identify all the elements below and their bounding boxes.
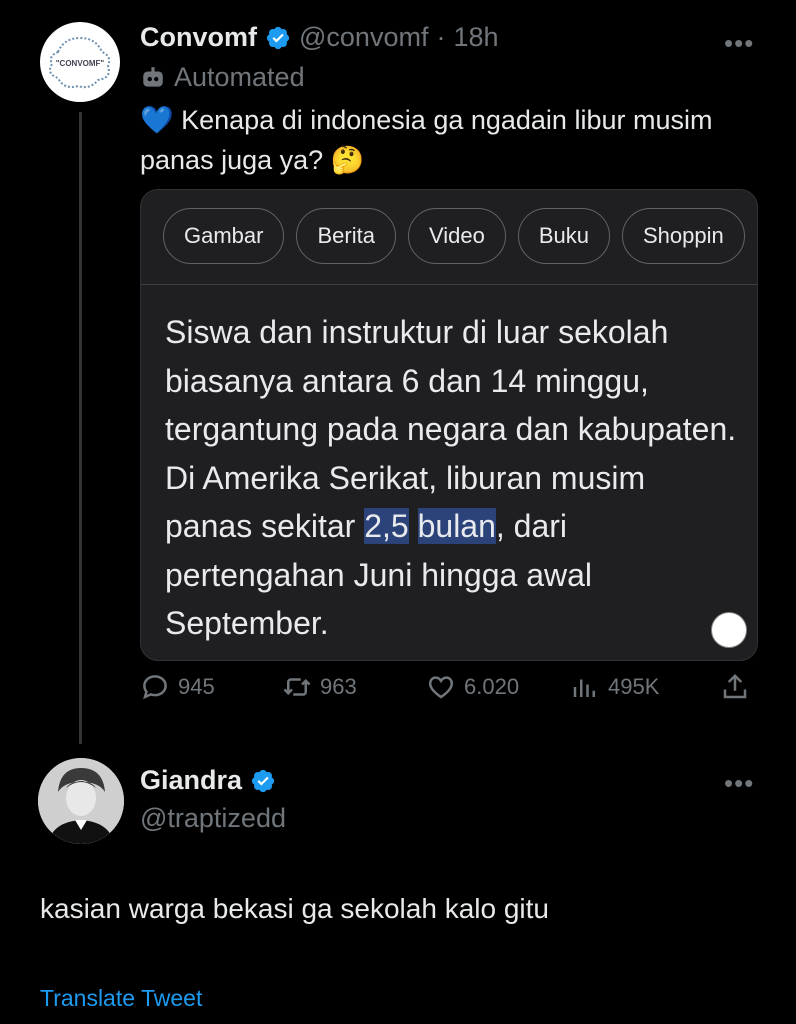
views-icon <box>573 679 595 697</box>
like-button[interactable]: 6.020 <box>426 672 519 702</box>
verified-badge-icon <box>266 26 290 49</box>
automated-label: Automated <box>140 62 305 93</box>
share-button[interactable] <box>720 672 750 702</box>
tweet-text-line-2: panas juga ya? 🤔 <box>140 145 365 175</box>
chip-berita: Berita <box>296 208 396 264</box>
watermark-logo-icon <box>711 612 747 648</box>
display-name[interactable]: Giandra <box>140 765 242 796</box>
media-screenshot[interactable]: Gambar Berita Video Buku Shoppin Siswa d… <box>140 189 758 661</box>
reply-button[interactable]: 945 <box>140 672 215 702</box>
automated-text: Automated <box>174 62 305 92</box>
display-name[interactable]: Convomf <box>140 22 257 53</box>
tweet1-header: Convomf @convomf · 18h <box>140 22 499 53</box>
profile-photo-icon <box>38 758 124 844</box>
translate-tweet-link[interactable]: Translate Tweet <box>40 985 202 1012</box>
tweet-text: 💙 Kenapa di indonesia ga ngadain libur m… <box>140 100 770 180</box>
timestamp[interactable]: 18h <box>453 22 498 53</box>
verified-badge-icon <box>251 769 275 792</box>
retweet-icon <box>283 678 311 696</box>
thread-line <box>79 112 82 744</box>
tweet-actions: 945 963 6.020 495K <box>140 672 756 712</box>
convomf-logo-icon: "CONVOMF" <box>41 23 119 101</box>
chip-video: Video <box>407 208 506 264</box>
views-button[interactable]: 495K <box>570 672 659 702</box>
more-options-button[interactable]: ••• <box>724 28 754 59</box>
search-chips: Gambar Berita Video Buku Shoppin <box>163 208 745 264</box>
snippet-highlight-number: 2,5 <box>364 508 409 544</box>
avatar-convomf[interactable]: "CONVOMF" <box>40 22 120 102</box>
handle[interactable]: @convomf <box>299 22 428 53</box>
chip-buku: Buku <box>517 208 610 264</box>
chip-shopping: Shoppin <box>622 208 745 264</box>
more-options-button[interactable]: ••• <box>724 768 754 799</box>
retweet-button[interactable]: 963 <box>282 672 357 702</box>
search-snippet: Siswa dan instruktur di luar sekolah bia… <box>165 308 740 648</box>
share-icon <box>723 673 747 699</box>
tweet-text-line-1: 💙 Kenapa di indonesia ga ngadain libur m… <box>140 105 713 135</box>
snippet-highlight-unit: bulan <box>417 508 496 544</box>
tweet2-header: Giandra <box>140 765 276 796</box>
heart-icon <box>428 676 454 699</box>
chip-gambar: Gambar <box>163 208 285 264</box>
separator: · <box>436 22 446 52</box>
reply-text: kasian warga bekasi ga sekolah kalo gitu <box>40 893 549 924</box>
reply-count: 945 <box>178 674 215 699</box>
reply-icon <box>143 675 167 700</box>
avatar-giandra[interactable] <box>38 758 124 844</box>
like-count: 6.020 <box>464 674 520 699</box>
svg-text:"CONVOMF": "CONVOMF" <box>56 59 105 68</box>
handle[interactable]: @traptizedd <box>140 803 286 834</box>
view-count: 495K <box>608 674 660 699</box>
bot-icon <box>143 66 163 87</box>
retweet-count: 963 <box>320 674 357 699</box>
divider <box>141 284 757 285</box>
